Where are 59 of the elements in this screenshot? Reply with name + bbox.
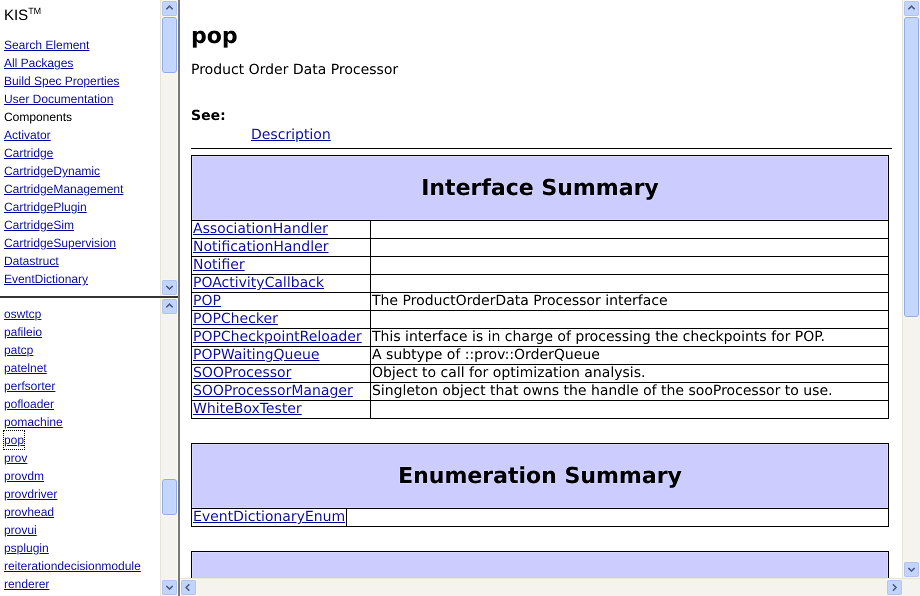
scroll-down-icon[interactable]	[162, 280, 177, 295]
nav-link[interactable]: CartridgeSim	[4, 216, 74, 234]
scroll-right-icon[interactable]	[887, 580, 902, 595]
description-cell: Object to call for optimization analysis.	[370, 364, 888, 382]
package-link[interactable]: provui	[4, 521, 37, 539]
description-cell: The ProductOrderData Processor interface	[370, 292, 888, 310]
package-link[interactable]: patelnet	[4, 359, 47, 377]
scroll-down-icon[interactable]	[162, 580, 177, 595]
nav-link[interactable]: CartridgeSupervision	[4, 234, 116, 252]
scrollbar[interactable]	[160, 298, 178, 596]
package-description: Product Order Data Processor	[191, 62, 398, 78]
nav-link[interactable]: Search Element	[4, 36, 90, 54]
nav-link[interactable]: CartridgePlugin	[4, 198, 87, 216]
scroll-left-icon[interactable]	[181, 580, 196, 595]
description-cell: This interface is in charge of processing the checkpoints for POP.	[370, 328, 888, 346]
package-link[interactable]: prov	[4, 449, 28, 467]
description-link[interactable]: Description	[251, 127, 331, 143]
scroll-up-icon[interactable]	[162, 1, 177, 16]
scrollbar-thumb[interactable]	[904, 17, 919, 317]
nav-heading: Components	[4, 109, 72, 126]
type-link[interactable]: POP	[193, 293, 221, 309]
scroll-up-icon[interactable]	[904, 1, 919, 16]
nav-link[interactable]: User Documentation	[4, 90, 114, 108]
see-label: See:	[191, 108, 226, 124]
scroll-up-icon[interactable]	[162, 299, 177, 314]
package-link[interactable]: patcp	[4, 341, 34, 359]
scroll-down-icon[interactable]	[904, 562, 919, 577]
package-link[interactable]: pafileio	[4, 323, 42, 341]
package-link[interactable]: pop	[4, 431, 24, 449]
scrollbar[interactable]	[160, 0, 178, 296]
package-link[interactable]: provdriver	[4, 485, 58, 503]
scrollbar-thumb[interactable]	[162, 479, 177, 515]
nav-link[interactable]: Datastruct	[4, 252, 59, 270]
package-link[interactable]: pomachine	[4, 413, 63, 431]
description-cell: A subtype of ::prov::OrderQueue	[370, 346, 888, 364]
nav-link[interactable]: All Packages	[4, 54, 74, 72]
brand-title: KIS$^{TM}$	[4, 6, 42, 24]
summary-header: Interface Summary	[192, 156, 888, 220]
package-link[interactable]: provdm	[4, 467, 44, 485]
nav-link[interactable]: Build Spec Properties	[4, 72, 120, 90]
package-link[interactable]: pofloader	[4, 395, 54, 413]
page-title: pop	[191, 24, 238, 49]
package-link[interactable]: provhead	[4, 503, 54, 521]
nav-link[interactable]: CartridgeManagement	[4, 180, 124, 198]
type-link[interactable]: EventDictionaryEnum	[193, 509, 346, 525]
package-link[interactable]: oswtcp	[4, 305, 42, 323]
package-link[interactable]: psplugin	[4, 539, 49, 557]
scrollbar-thumb[interactable]	[162, 17, 177, 73]
package-link[interactable]: renderer	[4, 575, 50, 593]
package-link[interactable]: reiterationdecisionmodule	[4, 557, 141, 575]
nav-link[interactable]: CartridgeDynamic	[4, 162, 100, 180]
scrollbar[interactable]	[902, 0, 920, 578]
nav-link[interactable]: Activator	[4, 126, 51, 144]
horizontal-scrollbar[interactable]	[180, 578, 920, 596]
nav-link[interactable]: Cartridge	[4, 144, 54, 162]
nav-link[interactable]: EventDictionary	[4, 270, 88, 288]
package-link[interactable]: perfsorter	[4, 377, 56, 395]
description-cell: Singleton object that owns the handle of the sooProcessor to use.	[370, 382, 888, 400]
summary-header: Enumeration Summary	[192, 444, 888, 508]
